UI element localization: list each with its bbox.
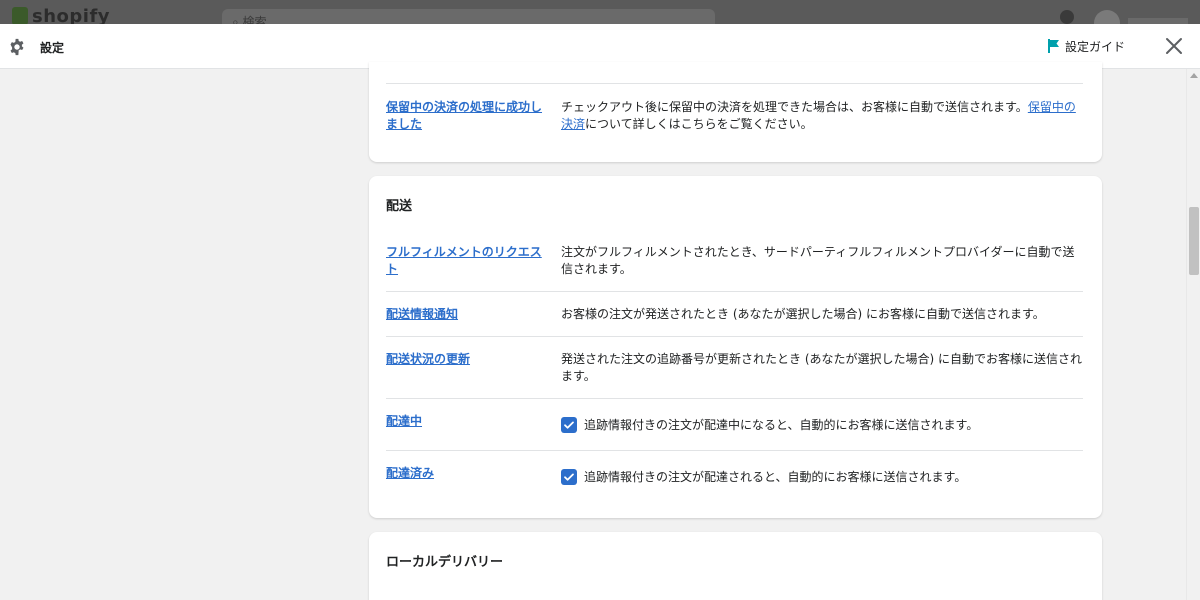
background-topbar: shopify ⌕ 検索 [0, 0, 1200, 24]
row-description: お客様の注文が発送されたとき (あなたが選択した場合) にお客様に自動で送信され… [561, 307, 1045, 321]
delivered-checkbox[interactable] [561, 469, 577, 485]
local-delivery-card: ローカルデリバリー [369, 532, 1102, 600]
out-for-delivery-option: 追跡情報付きの注文が配達中になると、自動的にお客様に送信されます。 [561, 416, 978, 433]
list-item: 保留中の決済の処理に成功しました チェックアウト後に保留中の決済を処理できた場合… [386, 83, 1083, 143]
shopify-bag-icon [12, 7, 28, 24]
section-title-local-delivery: ローカルデリバリー [386, 555, 504, 570]
list-item: フルフィルメントのリクエスト 注文がフルフィルメントされたとき、サードパーティフ… [386, 230, 1083, 292]
gear-icon [10, 38, 24, 56]
shopify-logo: shopify [12, 6, 110, 24]
checkmark-icon [564, 421, 574, 429]
section-title-shipping: 配送 [386, 199, 413, 214]
shipping-card: 配送 フルフィルメントのリクエスト 注文がフルフィルメントされたとき、サードパー… [369, 176, 1102, 518]
shipping-confirmation-link[interactable]: 配送情報通知 [386, 306, 546, 323]
list-item: 配送状況の更新 発送された注文の追跡番号が更新されたとき (あなたが選択した場合… [386, 336, 1083, 398]
bell-icon [1060, 10, 1074, 24]
delivered-option: 追跡情報付きの注文が配達されると、自動的にお客様に送信されます。 [561, 468, 966, 485]
out-for-delivery-checkbox[interactable] [561, 417, 577, 433]
checkmark-icon [564, 473, 574, 481]
delivered-link[interactable]: 配達済み [386, 465, 546, 482]
out-for-delivery-link[interactable]: 配達中 [386, 413, 546, 430]
fulfillment-request-link[interactable]: フルフィルメントのリクエスト [386, 244, 546, 278]
avatar [1094, 10, 1120, 24]
list-item: 配送情報通知 お客様の注文が発送されたとき (あなたが選択した場合) にお客様に… [386, 291, 1083, 336]
row-description: チェックアウト後に保留中の決済を処理できた場合は、お客様に自動で送信されます。保… [561, 100, 1076, 131]
order-notifications-card: 保留中の決済の処理に成功しました チェックアウト後に保留中の決済を処理できた場合… [369, 62, 1102, 162]
modal-title: 設定 [40, 41, 65, 55]
row-description: 発送された注文の追跡番号が更新されたとき (あなたが選択した場合) に自動でお客… [561, 352, 1082, 383]
shipping-update-link[interactable]: 配送状況の更新 [386, 351, 546, 368]
pending-payment-success-link[interactable]: 保留中の決済の処理に成功しました [386, 99, 546, 133]
close-icon[interactable] [1164, 36, 1184, 56]
row-description: 注文がフルフィルメントされたとき、サードパーティフルフィルメントプロバイダーに自… [561, 245, 1075, 276]
scroll-up-arrow[interactable] [1190, 73, 1198, 78]
list-item: 配達済み 追跡情報付きの注文が配達されると、自動的にお客様に送信されます。 [386, 450, 1083, 502]
flag-icon [1048, 39, 1059, 53]
scrollbar[interactable] [1186, 69, 1200, 600]
scrollbar-thumb[interactable] [1189, 207, 1199, 275]
list-item: 配達中 追跡情報付きの注文が配達中になると、自動的にお客様に送信されます。 [386, 398, 1083, 450]
setup-guide-button[interactable]: 設定ガイド [1048, 38, 1125, 55]
background-search-input: ⌕ 検索 [222, 9, 715, 24]
